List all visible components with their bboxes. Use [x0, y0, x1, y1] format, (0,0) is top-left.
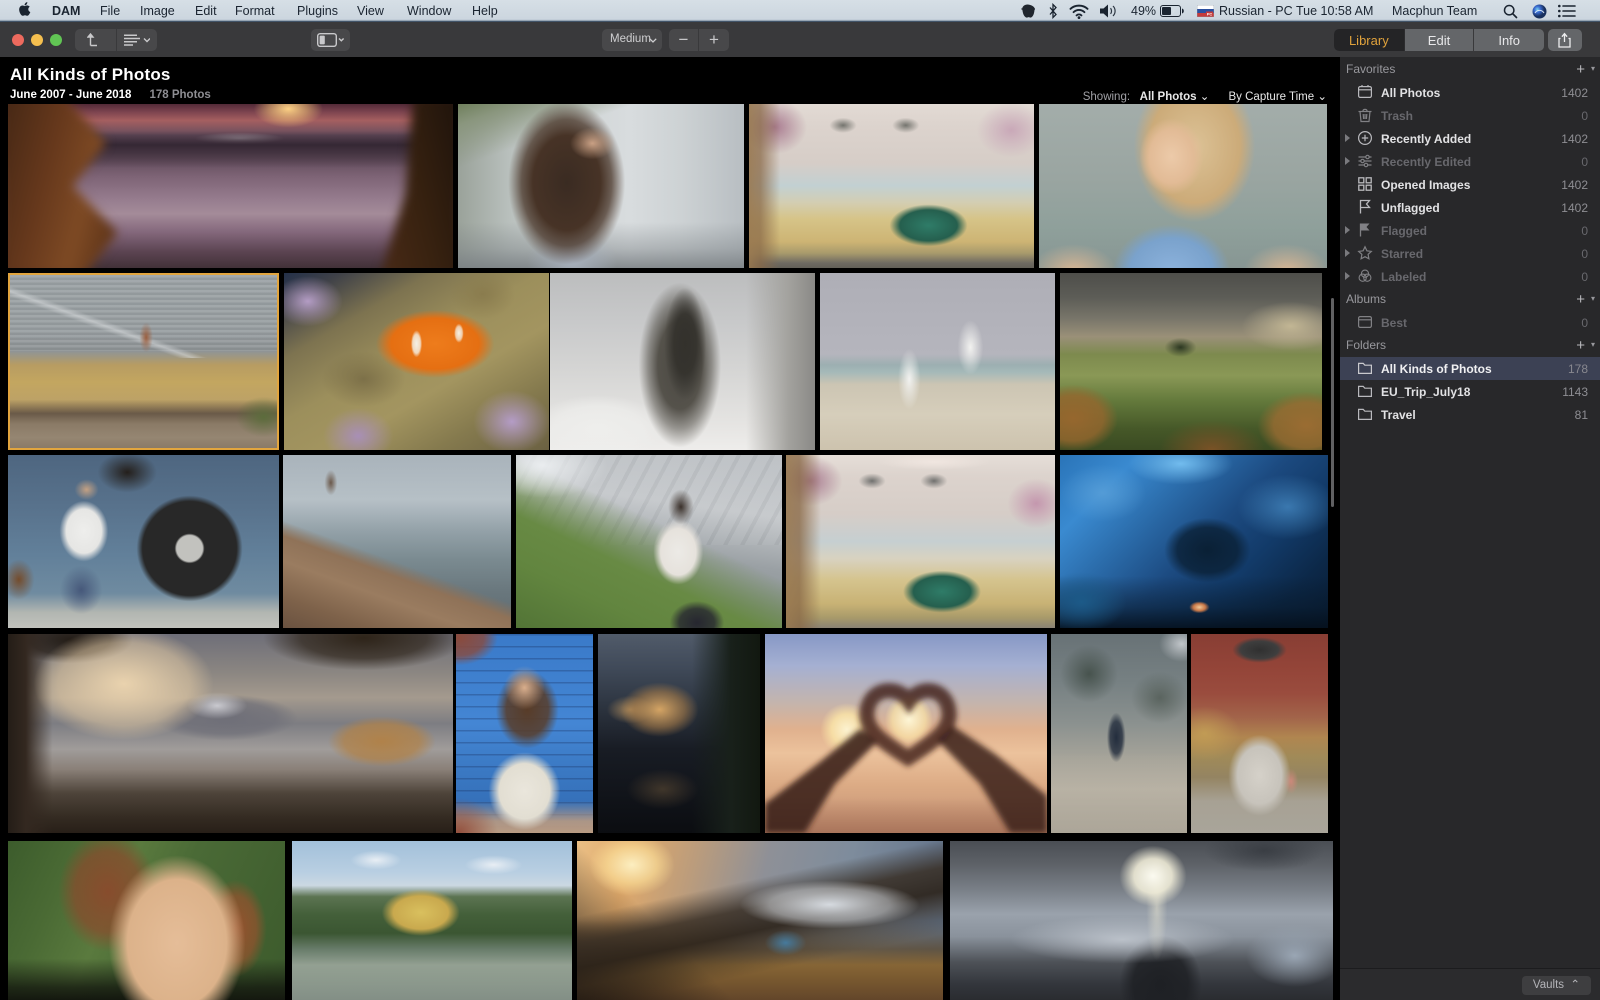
- svg-text:PC: PC: [1207, 12, 1213, 17]
